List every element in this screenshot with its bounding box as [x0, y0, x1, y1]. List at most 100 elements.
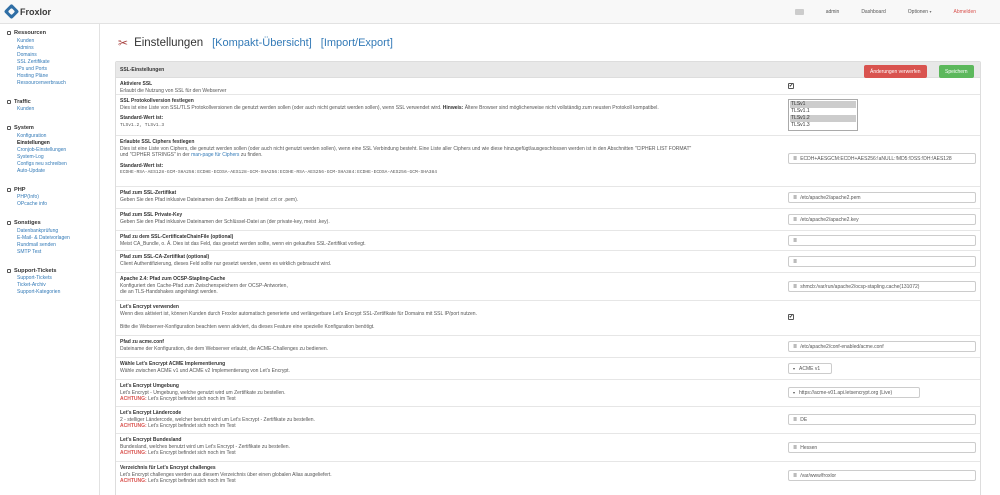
nav-user[interactable]: admin [826, 9, 840, 15]
setting-desc: Let's Encrypt challenges werden aus dies… [120, 471, 332, 478]
field-value: DE [800, 416, 808, 423]
ssl-ciphers-input[interactable]: ≣ ECDH+AESGCM:ECDH+AES256:!aNULL:!MD5:!DS… [788, 153, 976, 164]
ca-file-input[interactable]: ≣ [788, 256, 976, 267]
acme-impl-select[interactable]: ▾ ACME v1 [788, 363, 832, 374]
protocol-option[interactable]: TLSv1.1 [790, 108, 856, 115]
sidebar-item-tickets[interactable]: Support-Tickets [7, 275, 99, 282]
sidebar-item-resource-usage[interactable]: Ressourcenverbrauch [7, 80, 99, 87]
ocsp-stapling-input[interactable]: ≣ shmcb:/var/run/apache2/ocsp-stapling.ca… [788, 281, 976, 292]
menu-head-ressourcen[interactable]: Ressourcen [7, 30, 99, 36]
setting-desc: Wenn dies aktiviert ist, können Kunden d… [120, 310, 477, 317]
sidebar-item-auto-update[interactable]: Auto-Update [7, 168, 99, 175]
setting-title: Erlaubte SSL Ciphers festlegen [120, 139, 195, 145]
menu-head-php[interactable]: PHP [7, 187, 99, 193]
sidebar-item-system-log[interactable]: System-Log [7, 154, 99, 161]
default-value: TLSv1.2, TLSv1.3 [120, 122, 165, 128]
sidebar-item-konfiguration[interactable]: Konfiguration [7, 133, 99, 140]
caret-down-icon: ▾ [929, 9, 932, 14]
warning-label: ACHTUNG: [120, 478, 147, 484]
cert-file-input[interactable]: ≣/etc/apache2/apache2.pem [788, 192, 976, 203]
sidebar-item-ticket-categories[interactable]: Support-Kategorien [7, 289, 99, 296]
avatar-icon[interactable] [794, 9, 804, 15]
sidebar-item-db-check[interactable]: Datenbankprüfung [7, 228, 99, 235]
setting-label: Wähle Let's Encrypt ACME Implementierung… [120, 361, 780, 374]
compact-overview-link[interactable]: [Kompakt-Übersicht] [212, 37, 312, 49]
sidebar-item-cronjob[interactable]: Cronjob-Einstellungen [7, 147, 99, 154]
activate-ssl-checkbox[interactable]: ✔ [788, 83, 794, 89]
sidebar-item-domains[interactable]: Domains [7, 52, 99, 59]
warning-text: Let's Encrypt befindet sich noch im Test [148, 423, 236, 429]
setting-desc: Dies ist eine Liste von SSL/TLS Protokol… [120, 104, 442, 111]
setting-row-ca-file: Pfad zum SSL-CA-Zertifikat (optional) Cli… [116, 251, 980, 273]
setting-label: Pfad zu dem SSL-CertificateChainFile (op… [120, 234, 780, 247]
panel-header: SSL-Einstellungen [116, 62, 980, 78]
nav-logout[interactable]: Abmelden [953, 9, 976, 15]
setting-row-cert-file: Pfad zum SSL-Zertifikat Geben Sie den Pfa… [116, 187, 980, 209]
protocol-option[interactable]: TLSv1 [790, 101, 856, 108]
chain-file-input[interactable]: ≣ [788, 235, 976, 246]
setting-row-key-file: Pfad zum SSL Private-Key Geben Sie den Pf… [116, 209, 980, 231]
nav-dashboard[interactable]: Dashboard [861, 9, 885, 15]
field-value: ECDH+AESGCM:ECDH+AES256:!aNULL:!MD5:!DSS… [800, 155, 952, 162]
warning-label: ACHTUNG: [120, 423, 147, 429]
setting-label: Verzeichnis für Let's Encrypt challenges… [120, 465, 780, 485]
setting-hint-label: Hinweis: [442, 104, 464, 111]
le-country-input[interactable]: ≣ DE [788, 414, 976, 425]
ciphers-manpage-link[interactable]: man-page für Ciphers [191, 152, 239, 158]
le-state-input[interactable]: ≣ Hessen [788, 442, 976, 453]
sidebar-item-mass-mail[interactable]: Rundmail senden [7, 242, 99, 249]
list-icon: ≣ [793, 416, 798, 423]
menu-head-label: System [14, 125, 34, 131]
nav-options[interactable]: Optionen ▾ [908, 9, 932, 15]
setting-title: Apache 2.4: Pfad zum OCSP-Stapling-Cache [120, 276, 226, 282]
page-title-text: Einstellungen [134, 37, 204, 49]
sidebar-item-phpinfo[interactable]: PHP(Info) [7, 194, 99, 201]
setting-desc2: Bitte die Webserver-Konfiguration beacht… [120, 323, 375, 330]
setting-desc: Client Authentifizierung, dieses Feld so… [120, 260, 332, 267]
menu-head-traffic[interactable]: Traffic [7, 99, 99, 105]
le-env-select[interactable]: ▾ https://acme-v01.api.letsencrypt.org (L… [788, 387, 920, 398]
menu-head-label: Sonstiges [14, 220, 41, 226]
sidebar-item-einstellungen[interactable]: Einstellungen [7, 140, 99, 147]
setting-label: Pfad zum SSL-Zertifikat Geben Sie den Pfa… [120, 190, 780, 203]
field-value: /etc/apache2/apache2.key [800, 216, 859, 223]
sidebar-item-ips-ports[interactable]: IPs und Ports [7, 66, 99, 73]
ssl-protocol-listbox[interactable]: TLSv1 TLSv1.1 TLSv1.2 TLSv1.3 [788, 99, 858, 131]
save-button[interactable]: Speichern [939, 65, 974, 78]
sidebar-item-smtp-test[interactable]: SMTP Test [7, 249, 99, 256]
list-icon: ≣ [793, 343, 798, 350]
protocol-option[interactable]: TLSv1.3 [790, 122, 856, 129]
sidebar-item-admins[interactable]: Admins [7, 45, 99, 52]
setting-label: Pfad zum SSL-CA-Zertifikat (optional) Cli… [120, 254, 780, 267]
brand[interactable]: Froxlor [3, 3, 51, 20]
list-icon: ≣ [793, 258, 798, 265]
acme-conf-input[interactable]: ≣/etc/apache2/conf-enabled/acme.conf [788, 341, 976, 352]
main-content: ✂ Einstellungen [Kompakt-Übersicht] [Imp… [100, 24, 1000, 495]
system-icon [7, 126, 11, 130]
le-dir-input[interactable]: ≣/var/www/froxlor [788, 470, 976, 481]
menu-head-system[interactable]: System [7, 125, 99, 131]
sidebar-item-traffic-kunden[interactable]: Kunden [7, 106, 99, 113]
menu-group-sonstiges: Sonstiges Datenbankprüfung E-Mail- & Dat… [7, 220, 99, 256]
menu-head-sonstiges[interactable]: Sonstiges [7, 220, 99, 226]
warning-text: Let's Encrypt befindet sich noch im Test [148, 478, 236, 484]
discard-changes-button[interactable]: Änderungen verwerfen [864, 65, 927, 78]
ssl-settings-panel: SSL-Einstellungen Änderungen verwerfen S… [115, 61, 981, 495]
field-value: /etc/apache2/conf-enabled/acme.conf [800, 343, 884, 350]
import-export-link[interactable]: [Import/Export] [321, 37, 393, 49]
caret-down-icon: ▾ [793, 390, 796, 395]
protocol-option[interactable]: TLSv1.2 [790, 115, 856, 122]
sidebar-item-rebuild-configs[interactable]: Configs neu schreiben [7, 161, 99, 168]
setting-title: Aktiviere SSL [120, 81, 153, 87]
key-file-input[interactable]: ≣/etc/apache2/apache2.key [788, 214, 976, 225]
setting-label: Let's Encrypt verwenden Wenn dies aktivie… [120, 304, 780, 330]
letsencrypt-checkbox[interactable]: ✔ [788, 314, 794, 320]
sidebar-item-hosting-plans[interactable]: Hosting Pläne [7, 73, 99, 80]
sidebar-item-kunden[interactable]: Kunden [7, 38, 99, 45]
default-label: Standard-Wert ist: [120, 115, 164, 121]
sidebar-item-ssl-certs[interactable]: SSL Zertifikate [7, 59, 99, 66]
sidebar-item-ticket-archive[interactable]: Ticket-Archiv [7, 282, 99, 289]
sidebar-item-templates[interactable]: E-Mail- & Dateivorlagen [7, 235, 99, 242]
menu-head-support[interactable]: Support-Tickets [7, 268, 99, 274]
sidebar-item-opcache[interactable]: OPcache info [7, 201, 99, 208]
